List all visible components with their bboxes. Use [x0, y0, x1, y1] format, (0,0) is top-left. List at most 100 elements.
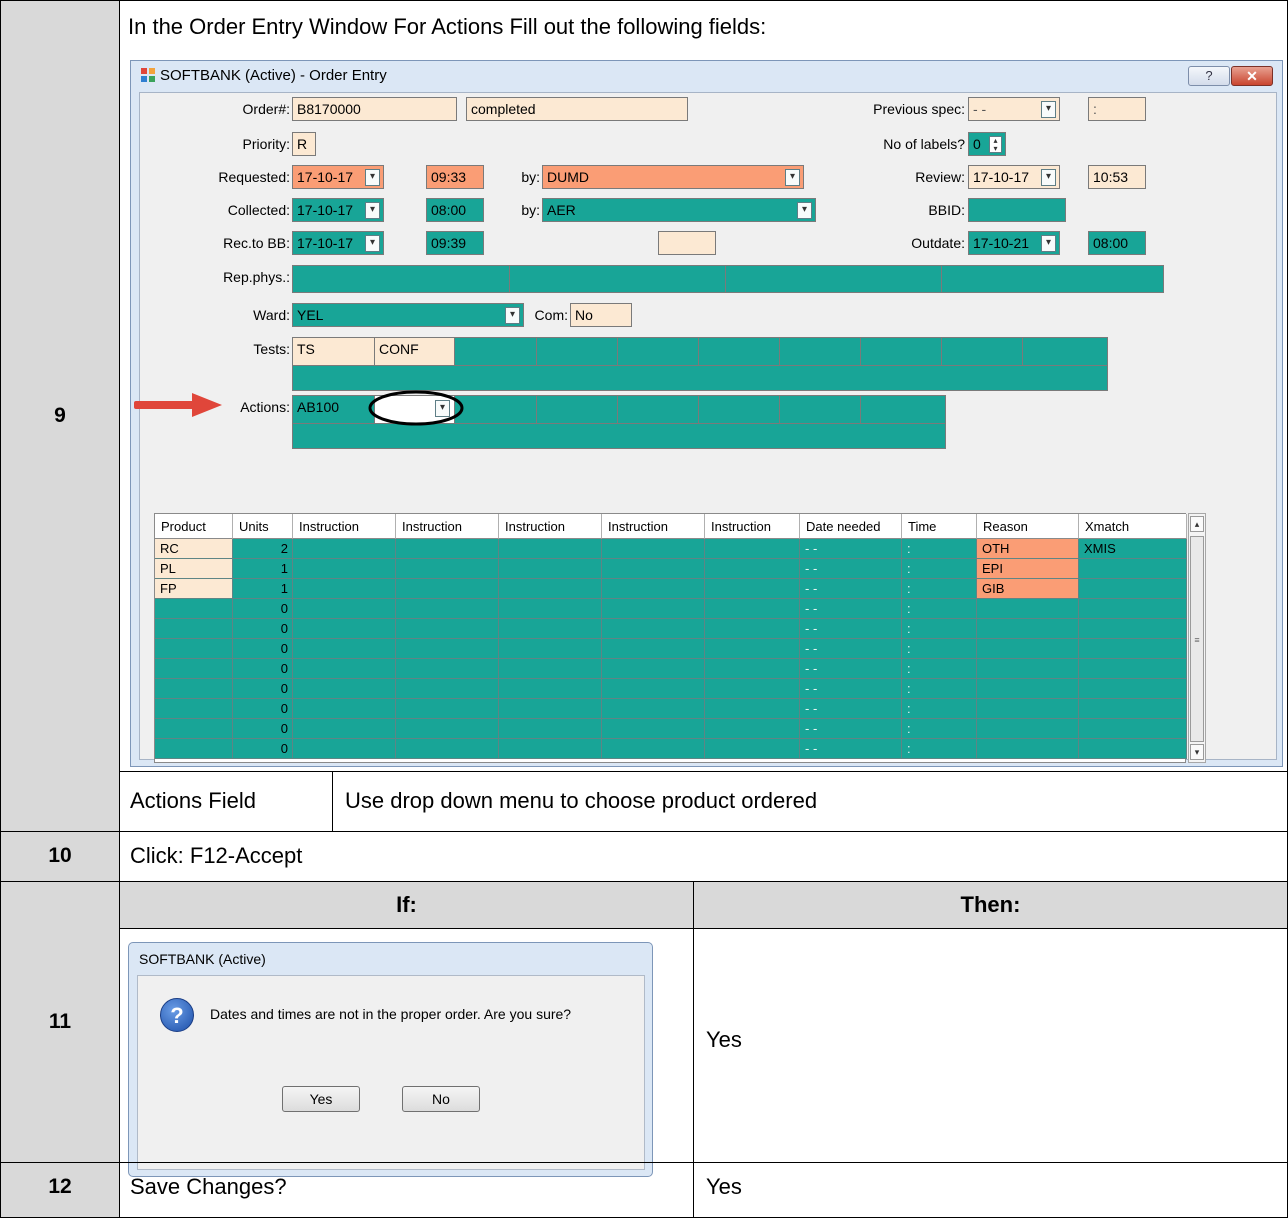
grid-cell[interactable]	[293, 559, 396, 579]
grid-cell[interactable]	[1079, 579, 1187, 599]
requested-date-dropdown[interactable]: 17-10-17 ▾	[292, 165, 384, 189]
grid-cell[interactable]	[977, 659, 1079, 679]
grid-cell[interactable]	[396, 539, 499, 559]
action-cell-1[interactable]: AB100	[293, 396, 375, 423]
grid-cell[interactable]: EPI	[977, 559, 1079, 579]
grid-cell[interactable]: - -	[800, 739, 902, 759]
grid-cell[interactable]: XMIS	[1079, 539, 1187, 559]
grid-cell[interactable]: - -	[800, 659, 902, 679]
test-cell-2[interactable]: CONF	[375, 338, 455, 365]
grid-cell[interactable]: :	[902, 539, 977, 559]
grid-cell[interactable]	[293, 739, 396, 759]
bbid-field[interactable]	[968, 198, 1066, 222]
grid-cell[interactable]: :	[902, 699, 977, 719]
grid-cell[interactable]	[499, 739, 602, 759]
grid-cell[interactable]	[602, 539, 705, 559]
grid-product-cell[interactable]: PL	[155, 559, 233, 579]
grid-cell[interactable]: OTH	[977, 539, 1079, 559]
grid-cell[interactable]	[499, 579, 602, 599]
grid-cell[interactable]	[293, 599, 396, 619]
grid-cell[interactable]	[977, 599, 1079, 619]
rec-to-bb-date-dropdown[interactable]: 17-10-17 ▾	[292, 231, 384, 255]
grid-cell[interactable]: - -	[800, 719, 902, 739]
collected-time-field[interactable]: 08:00	[426, 198, 484, 222]
grid-cell[interactable]	[396, 579, 499, 599]
grid-product-cell[interactable]: RC	[155, 539, 233, 559]
grid-cell[interactable]: :	[902, 559, 977, 579]
grid-cell[interactable]	[396, 639, 499, 659]
grid-cell[interactable]	[293, 719, 396, 739]
grid-cell[interactable]	[705, 579, 800, 599]
previous-spec-time-field[interactable]: :	[1088, 97, 1146, 121]
grid-cell[interactable]: :	[902, 599, 977, 619]
grid-cell[interactable]	[977, 619, 1079, 639]
grid-cell[interactable]: 0	[233, 739, 293, 759]
grid-cell[interactable]	[293, 579, 396, 599]
grid-cell[interactable]	[705, 699, 800, 719]
grid-cell[interactable]	[1079, 719, 1187, 739]
grid-cell[interactable]	[499, 699, 602, 719]
grid-cell[interactable]	[396, 599, 499, 619]
grid-cell[interactable]	[1079, 559, 1187, 579]
grid-cell[interactable]: 0	[233, 679, 293, 699]
grid-cell[interactable]: :	[902, 739, 977, 759]
grid-cell[interactable]	[499, 659, 602, 679]
grid-cell[interactable]	[705, 679, 800, 699]
grid-cell[interactable]	[602, 699, 705, 719]
grid-cell[interactable]	[602, 599, 705, 619]
grid-cell[interactable]	[602, 739, 705, 759]
grid-cell[interactable]: - -	[800, 559, 902, 579]
grid-cell[interactable]	[293, 679, 396, 699]
grid-cell[interactable]	[293, 619, 396, 639]
grid-cell[interactable]	[499, 639, 602, 659]
rep-phys-field[interactable]	[292, 265, 1164, 293]
grid-cell[interactable]	[977, 719, 1079, 739]
grid-cell[interactable]	[1079, 599, 1187, 619]
grid-cell[interactable]	[499, 599, 602, 619]
scroll-down-icon[interactable]: ▾	[1190, 744, 1204, 760]
grid-cell[interactable]	[499, 539, 602, 559]
grid-product-cell[interactable]	[155, 619, 233, 639]
outdate-date-dropdown[interactable]: 17-10-21 ▾	[968, 231, 1060, 255]
grid-product-cell[interactable]	[155, 639, 233, 659]
grid-cell[interactable]	[396, 719, 499, 739]
grid-cell[interactable]	[705, 719, 800, 739]
grid-cell[interactable]	[1079, 619, 1187, 639]
grid-cell[interactable]	[499, 719, 602, 739]
grid-header-cell[interactable]: Instruction	[293, 514, 396, 539]
grid-header-cell[interactable]: Reason	[977, 514, 1079, 539]
grid-cell[interactable]	[1079, 739, 1187, 759]
requested-time-field[interactable]: 09:33	[426, 165, 484, 189]
grid-cell[interactable]	[396, 699, 499, 719]
grid-cell[interactable]	[705, 639, 800, 659]
grid-cell[interactable]	[705, 739, 800, 759]
ward-dropdown[interactable]: YEL ▾	[292, 303, 524, 327]
grid-cell[interactable]	[1079, 699, 1187, 719]
grid-product-cell[interactable]: FP	[155, 579, 233, 599]
grid-cell[interactable]	[293, 659, 396, 679]
grid-header-cell[interactable]: Instruction	[499, 514, 602, 539]
grid-header-cell[interactable]: Date needed	[800, 514, 902, 539]
grid-cell[interactable]	[705, 659, 800, 679]
previous-spec-dropdown[interactable]: - - ▾	[968, 97, 1060, 121]
priority-field[interactable]: R	[292, 132, 316, 156]
grid-cell[interactable]: 0	[233, 599, 293, 619]
grid-cell[interactable]: - -	[800, 699, 902, 719]
grid-cell[interactable]: - -	[800, 619, 902, 639]
grid-cell[interactable]	[602, 579, 705, 599]
no-of-labels-stepper[interactable]: 0 ▴ ▾	[968, 132, 1006, 156]
help-button[interactable]: ?	[1188, 66, 1230, 86]
grid-cell[interactable]: - -	[800, 679, 902, 699]
com-field[interactable]: No	[570, 303, 632, 327]
grid-cell[interactable]	[705, 559, 800, 579]
grid-cell[interactable]	[977, 739, 1079, 759]
grid-cell[interactable]: :	[902, 719, 977, 739]
order-status-field[interactable]: completed	[466, 97, 688, 121]
grid-cell[interactable]: - -	[800, 639, 902, 659]
grid-cell[interactable]	[499, 619, 602, 639]
no-button[interactable]: No	[402, 1086, 480, 1112]
grid-cell[interactable]	[602, 659, 705, 679]
grid-cell[interactable]	[602, 639, 705, 659]
grid-cell[interactable]	[977, 679, 1079, 699]
grid-cell[interactable]	[396, 679, 499, 699]
